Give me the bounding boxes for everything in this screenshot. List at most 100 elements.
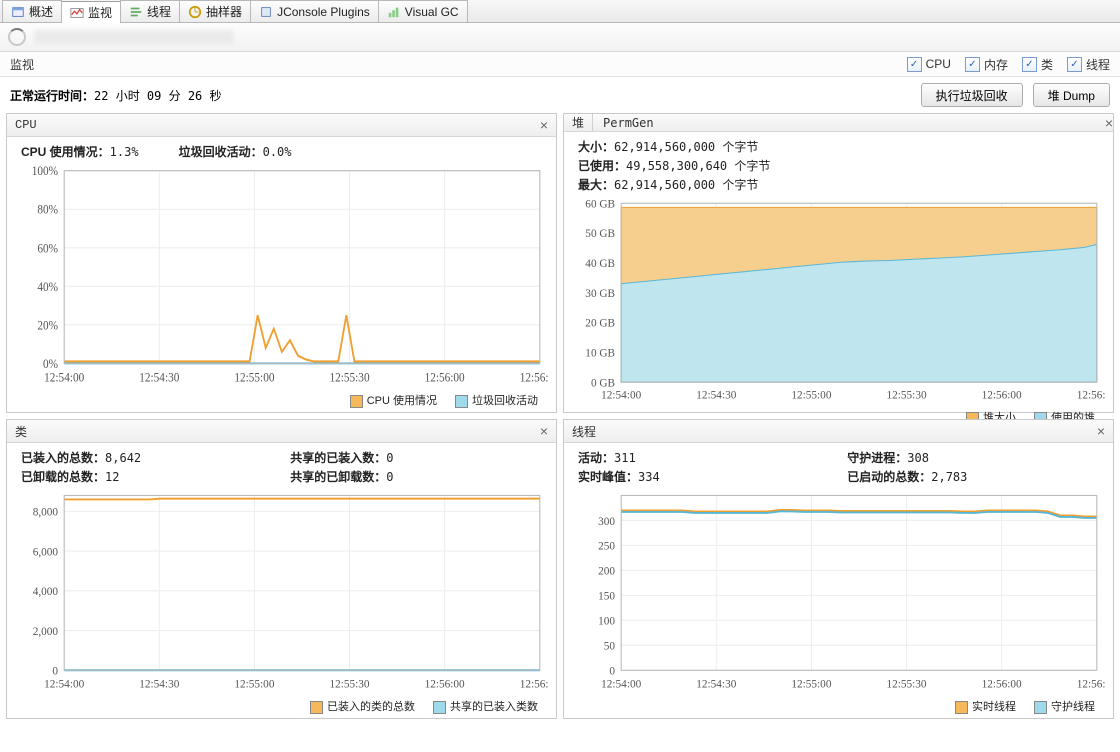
- svg-text:100%: 100%: [32, 164, 58, 178]
- svg-text:12:55:30: 12:55:30: [887, 390, 927, 402]
- checkbox-线程[interactable]: ✓线程: [1067, 56, 1110, 73]
- section-title: 监视: [10, 56, 34, 73]
- svg-text:300: 300: [598, 515, 615, 528]
- svg-text:12:54:00: 12:54:00: [44, 677, 84, 690]
- svg-text:80%: 80%: [37, 202, 58, 217]
- svg-text:12:56:30: 12:56:30: [520, 370, 548, 385]
- threads-peak-label: 实时峰值：: [578, 470, 638, 484]
- classes-loaded-label: 已装入的总数：: [21, 451, 105, 465]
- svg-text:12:56:00: 12:56:00: [425, 677, 465, 690]
- heap-panel: 堆 PermGen × 大小：62,914,560,000 个字节 已使用：49…: [563, 113, 1114, 413]
- threads-legend-live: 实时线程: [972, 701, 1016, 713]
- tab-gc[interactable]: Visual GC: [378, 0, 468, 22]
- cpu-gc-value: 0.0%: [263, 145, 292, 159]
- close-icon[interactable]: ×: [1097, 423, 1105, 439]
- classes-legend-shared: 共享的已装入类数: [450, 701, 538, 713]
- svg-text:0%: 0%: [43, 356, 58, 371]
- svg-text:12:56:30: 12:56:30: [520, 677, 548, 690]
- classes-stats: 已装入的总数：8,642 共享的已装入数：0 已卸载的总数：12 共享的已卸载数…: [7, 443, 556, 487]
- classes-shared-unloaded-label: 共享的已卸载数：: [290, 470, 386, 484]
- checkbox-内存[interactable]: ✓ 内存: [965, 56, 1008, 73]
- classes-panel-title: 类: [15, 423, 27, 440]
- close-icon[interactable]: ×: [540, 117, 548, 133]
- metric-checkbox-group: ✓CPU✓内存✓类✓线程: [907, 56, 1110, 73]
- check-icon: ✓: [907, 57, 922, 72]
- svg-text:20 GB: 20 GB: [585, 318, 615, 330]
- uptime-row: 正常运行时间：22 小时 09 分 26 秒 执行垃圾回收 堆 Dump: [0, 77, 1120, 113]
- svg-text:0 GB: 0 GB: [591, 377, 616, 389]
- close-icon[interactable]: ×: [540, 423, 548, 439]
- heap-size-value: 62,914,560,000 个字节: [614, 140, 758, 154]
- svg-text:12:55:30: 12:55:30: [330, 370, 370, 385]
- svg-text:12:54:30: 12:54:30: [139, 370, 179, 385]
- tab-label: 线程: [147, 3, 171, 20]
- svg-text:12:54:30: 12:54:30: [696, 677, 736, 690]
- svg-text:12:55:00: 12:55:00: [791, 677, 831, 690]
- svg-text:60%: 60%: [37, 241, 58, 256]
- app-title-bar: [0, 23, 1120, 52]
- check-icon: ✓: [1022, 57, 1037, 72]
- heap-dump-button[interactable]: 堆 Dump: [1033, 83, 1110, 107]
- loading-icon: [8, 28, 26, 46]
- tab-plugin[interactable]: JConsole Plugins: [250, 0, 379, 22]
- svg-text:12:54:00: 12:54:00: [44, 370, 84, 385]
- classes-unloaded-value: 12: [105, 470, 119, 484]
- heap-max-value: 62,914,560,000 个字节: [614, 178, 758, 192]
- threads-legend: 实时线程 守护线程: [564, 696, 1113, 718]
- heap-stats: 大小：62,914,560,000 个字节 已使用：49,558,300,640…: [564, 132, 1113, 195]
- heap-permgen-dropdown[interactable]: PermGen: [603, 116, 654, 130]
- heap-chart: 0 GB10 GB20 GB30 GB40 GB50 GB60 GB12:54:…: [572, 197, 1105, 405]
- heap-panel-title[interactable]: 堆: [564, 114, 593, 131]
- svg-text:12:54:30: 12:54:30: [139, 677, 179, 690]
- tab-label: 抽样器: [206, 3, 242, 20]
- tab-overview[interactable]: 概述: [2, 0, 62, 22]
- main-tab-bar: 概述监视 线程 抽样器 JConsole Plugins Visual GC: [0, 0, 1120, 23]
- threads-live-value: 311: [614, 451, 636, 465]
- svg-text:12:56:00: 12:56:00: [425, 370, 465, 385]
- overview-icon: [11, 5, 25, 19]
- classes-shared-loaded-value: 0: [386, 451, 393, 465]
- svg-text:60 GB: 60 GB: [585, 198, 615, 210]
- svg-text:10 GB: 10 GB: [585, 347, 615, 359]
- classes-shared-unloaded-value: 0: [386, 470, 393, 484]
- tab-monitor[interactable]: 监视: [61, 1, 121, 23]
- perform-gc-button[interactable]: 执行垃圾回收: [921, 83, 1023, 107]
- close-icon[interactable]: ×: [1105, 115, 1113, 131]
- check-icon: ✓: [1067, 57, 1082, 72]
- svg-text:6,000: 6,000: [33, 545, 59, 558]
- checkbox-类[interactable]: ✓类: [1022, 56, 1053, 73]
- svg-text:4,000: 4,000: [33, 585, 59, 598]
- tab-threads[interactable]: 线程: [120, 0, 180, 22]
- tab-label: JConsole Plugins: [277, 5, 370, 19]
- monitor-icon: [70, 6, 84, 20]
- threads-panel-header: 线程 ×: [564, 420, 1113, 443]
- svg-text:12:54:00: 12:54:00: [601, 677, 641, 690]
- svg-text:40 GB: 40 GB: [585, 258, 615, 270]
- checkbox-label: 内存: [984, 56, 1008, 73]
- svg-text:12:55:30: 12:55:30: [330, 677, 370, 690]
- classes-loaded-value: 8,642: [105, 451, 141, 465]
- svg-text:0: 0: [52, 664, 58, 677]
- classes-legend: 已装入的类的总数 共享的已装入类数: [7, 696, 556, 718]
- classes-chart: 02,0004,0006,0008,00012:54:0012:54:3012:…: [15, 489, 548, 694]
- cpu-legend-usage: CPU 使用情况: [367, 395, 437, 407]
- svg-text:150: 150: [598, 589, 615, 602]
- threads-daemon-label: 守护进程：: [847, 451, 907, 465]
- threads-peak-value: 334: [638, 470, 660, 484]
- plugin-icon: [259, 5, 273, 19]
- check-icon: ✓: [965, 57, 980, 72]
- classes-panel: 类 × 已装入的总数：8,642 共享的已装入数：0 已卸载的总数：12 共享的…: [6, 419, 557, 719]
- threads-daemon-value: 308: [907, 451, 929, 465]
- heap-used-value: 49,558,300,640 个字节: [626, 159, 770, 173]
- svg-text:12:56:30: 12:56:30: [1077, 390, 1105, 402]
- svg-text:12:55:00: 12:55:00: [234, 677, 274, 690]
- cpu-stats: CPU 使用情况：1.3% 垃圾回收活动：0.0%: [7, 137, 556, 162]
- cpu-legend-gc: 垃圾回收活动: [472, 395, 538, 407]
- cpu-panel: CPU × CPU 使用情况：1.3% 垃圾回收活动：0.0% 0%20%40%…: [6, 113, 557, 413]
- svg-text:12:54:30: 12:54:30: [696, 390, 736, 402]
- tab-sampler[interactable]: 抽样器: [179, 0, 251, 22]
- threads-panel-title: 线程: [572, 423, 596, 440]
- svg-text:12:56:00: 12:56:00: [982, 390, 1022, 402]
- classes-legend-total: 已装入的类的总数: [327, 701, 415, 713]
- checkbox-CPU[interactable]: ✓CPU: [907, 56, 951, 73]
